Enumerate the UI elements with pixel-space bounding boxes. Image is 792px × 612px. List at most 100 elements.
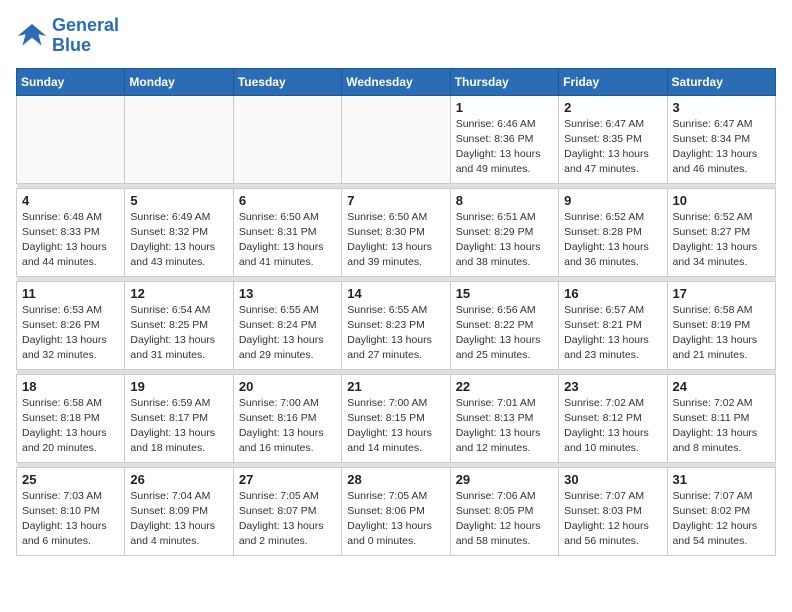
calendar-day-cell: 29 Sunrise: 7:06 AMSunset: 8:05 PMDayligh… [450, 467, 558, 555]
day-number: 22 [456, 379, 553, 394]
day-number: 23 [564, 379, 661, 394]
day-number: 26 [130, 472, 227, 487]
calendar-day-cell [233, 95, 341, 183]
day-info: Sunrise: 6:51 AMSunset: 8:29 PMDaylight:… [456, 210, 553, 271]
day-number: 14 [347, 286, 444, 301]
day-number: 29 [456, 472, 553, 487]
day-number: 27 [239, 472, 336, 487]
day-number: 12 [130, 286, 227, 301]
day-number: 25 [22, 472, 119, 487]
day-info: Sunrise: 6:50 AMSunset: 8:31 PMDaylight:… [239, 210, 336, 271]
day-info: Sunrise: 6:48 AMSunset: 8:33 PMDaylight:… [22, 210, 119, 271]
day-number: 15 [456, 286, 553, 301]
day-number: 4 [22, 193, 119, 208]
weekday-header: Sunday [17, 68, 125, 95]
day-number: 1 [456, 100, 553, 115]
calendar-day-cell: 22Sunrise: 7:01 AMSunset: 8:13 PMDayligh… [450, 374, 558, 462]
weekday-header: Wednesday [342, 68, 450, 95]
calendar-day-cell [342, 95, 450, 183]
day-info: Sunrise: 7:02 AMSunset: 8:12 PMDaylight:… [564, 396, 661, 457]
calendar-day-cell: 23 Sunrise: 7:02 AMSunset: 8:12 PMDayligh… [559, 374, 667, 462]
day-number: 19 [130, 379, 227, 394]
calendar-day-cell: 25 Sunrise: 7:03 AMSunset: 8:10 PMDayligh… [17, 467, 125, 555]
day-info: Sunrise: 6:55 AMSunset: 8:24 PMDaylight:… [239, 303, 336, 364]
day-info: Sunrise: 7:04 AMSunset: 8:09 PMDaylight:… [130, 489, 227, 550]
day-info: Sunrise: 6:47 AMSunset: 8:34 PMDaylight:… [673, 117, 770, 178]
day-info: Sunrise: 7:06 AMSunset: 8:05 PMDaylight:… [456, 489, 553, 550]
calendar-day-cell: 19 Sunrise: 6:59 AMSunset: 8:17 PMDayligh… [125, 374, 233, 462]
day-info: Sunrise: 6:58 AMSunset: 8:18 PMDaylight:… [22, 396, 119, 457]
page-header: General Blue [16, 16, 776, 56]
calendar-day-cell: 17Sunrise: 6:58 AMSunset: 8:19 PMDayligh… [667, 281, 775, 369]
calendar-day-cell: 24Sunrise: 7:02 AMSunset: 8:11 PMDayligh… [667, 374, 775, 462]
day-info: Sunrise: 7:03 AMSunset: 8:10 PMDaylight:… [22, 489, 119, 550]
day-info: Sunrise: 6:53 AMSunset: 8:26 PMDaylight:… [22, 303, 119, 364]
header-row: SundayMondayTuesdayWednesdayThursdayFrid… [17, 68, 776, 95]
weekday-header: Monday [125, 68, 233, 95]
calendar-day-cell: 31Sunrise: 7:07 AMSunset: 8:02 PMDayligh… [667, 467, 775, 555]
day-number: 3 [673, 100, 770, 115]
calendar-week-row: 1 Sunrise: 6:46 AMSunset: 8:36 PMDaylight… [17, 95, 776, 183]
weekday-header: Friday [559, 68, 667, 95]
calendar-day-cell: 9 Sunrise: 6:52 AMSunset: 8:28 PMDaylight… [559, 188, 667, 276]
day-info: Sunrise: 6:59 AMSunset: 8:17 PMDaylight:… [130, 396, 227, 457]
weekday-header: Tuesday [233, 68, 341, 95]
calendar-week-row: 4 Sunrise: 6:48 AMSunset: 8:33 PMDaylight… [17, 188, 776, 276]
calendar-week-row: 25 Sunrise: 7:03 AMSunset: 8:10 PMDayligh… [17, 467, 776, 555]
day-number: 2 [564, 100, 661, 115]
day-info: Sunrise: 7:05 AMSunset: 8:07 PMDaylight:… [239, 489, 336, 550]
calendar-body: 1 Sunrise: 6:46 AMSunset: 8:36 PMDaylight… [17, 95, 776, 555]
day-info: Sunrise: 7:00 AMSunset: 8:16 PMDaylight:… [239, 396, 336, 457]
weekday-header: Saturday [667, 68, 775, 95]
day-number: 13 [239, 286, 336, 301]
calendar-week-row: 18 Sunrise: 6:58 AMSunset: 8:18 PMDayligh… [17, 374, 776, 462]
calendar-day-cell: 15 Sunrise: 6:56 AMSunset: 8:22 PMDayligh… [450, 281, 558, 369]
calendar-day-cell: 8 Sunrise: 6:51 AMSunset: 8:29 PMDaylight… [450, 188, 558, 276]
calendar-day-cell: 18 Sunrise: 6:58 AMSunset: 8:18 PMDayligh… [17, 374, 125, 462]
calendar-day-cell [17, 95, 125, 183]
calendar-day-cell: 7 Sunrise: 6:50 AMSunset: 8:30 PMDaylight… [342, 188, 450, 276]
day-info: Sunrise: 6:46 AMSunset: 8:36 PMDaylight:… [456, 117, 553, 178]
day-info: Sunrise: 6:55 AMSunset: 8:23 PMDaylight:… [347, 303, 444, 364]
calendar-day-cell: 4 Sunrise: 6:48 AMSunset: 8:33 PMDaylight… [17, 188, 125, 276]
calendar-day-cell: 3 Sunrise: 6:47 AMSunset: 8:34 PMDaylight… [667, 95, 775, 183]
calendar-day-cell: 21Sunrise: 7:00 AMSunset: 8:15 PMDayligh… [342, 374, 450, 462]
day-info: Sunrise: 6:52 AMSunset: 8:27 PMDaylight:… [673, 210, 770, 271]
calendar-day-cell: 1 Sunrise: 6:46 AMSunset: 8:36 PMDaylight… [450, 95, 558, 183]
day-info: Sunrise: 7:02 AMSunset: 8:11 PMDaylight:… [673, 396, 770, 457]
calendar-day-cell: 20 Sunrise: 7:00 AMSunset: 8:16 PMDayligh… [233, 374, 341, 462]
calendar-day-cell: 6 Sunrise: 6:50 AMSunset: 8:31 PMDaylight… [233, 188, 341, 276]
day-info: Sunrise: 7:00 AMSunset: 8:15 PMDaylight:… [347, 396, 444, 457]
day-number: 6 [239, 193, 336, 208]
calendar-day-cell: 13 Sunrise: 6:55 AMSunset: 8:24 PMDayligh… [233, 281, 341, 369]
calendar-day-cell: 14 Sunrise: 6:55 AMSunset: 8:23 PMDayligh… [342, 281, 450, 369]
day-info: Sunrise: 6:50 AMSunset: 8:30 PMDaylight:… [347, 210, 444, 271]
day-number: 7 [347, 193, 444, 208]
day-number: 20 [239, 379, 336, 394]
day-number: 11 [22, 286, 119, 301]
day-number: 8 [456, 193, 553, 208]
day-number: 28 [347, 472, 444, 487]
day-info: Sunrise: 6:57 AMSunset: 8:21 PMDaylight:… [564, 303, 661, 364]
calendar-day-cell: 11 Sunrise: 6:53 AMSunset: 8:26 PMDayligh… [17, 281, 125, 369]
day-number: 18 [22, 379, 119, 394]
calendar-day-cell: 30 Sunrise: 7:07 AMSunset: 8:03 PMDayligh… [559, 467, 667, 555]
calendar-day-cell: 2Sunrise: 6:47 AMSunset: 8:35 PMDaylight… [559, 95, 667, 183]
calendar-day-cell [125, 95, 233, 183]
day-info: Sunrise: 6:56 AMSunset: 8:22 PMDaylight:… [456, 303, 553, 364]
calendar-day-cell: 26 Sunrise: 7:04 AMSunset: 8:09 PMDayligh… [125, 467, 233, 555]
day-info: Sunrise: 6:52 AMSunset: 8:28 PMDaylight:… [564, 210, 661, 271]
day-number: 30 [564, 472, 661, 487]
calendar-week-row: 11 Sunrise: 6:53 AMSunset: 8:26 PMDayligh… [17, 281, 776, 369]
calendar-day-cell: 16Sunrise: 6:57 AMSunset: 8:21 PMDayligh… [559, 281, 667, 369]
day-info: Sunrise: 7:07 AMSunset: 8:03 PMDaylight:… [564, 489, 661, 550]
calendar-day-cell: 27 Sunrise: 7:05 AMSunset: 8:07 PMDayligh… [233, 467, 341, 555]
weekday-header: Thursday [450, 68, 558, 95]
calendar-day-cell: 28Sunrise: 7:05 AMSunset: 8:06 PMDayligh… [342, 467, 450, 555]
calendar-header: SundayMondayTuesdayWednesdayThursdayFrid… [17, 68, 776, 95]
logo-text: General Blue [52, 16, 119, 56]
logo-icon [16, 20, 48, 52]
day-number: 9 [564, 193, 661, 208]
day-info: Sunrise: 6:49 AMSunset: 8:32 PMDaylight:… [130, 210, 227, 271]
day-info: Sunrise: 7:07 AMSunset: 8:02 PMDaylight:… [673, 489, 770, 550]
